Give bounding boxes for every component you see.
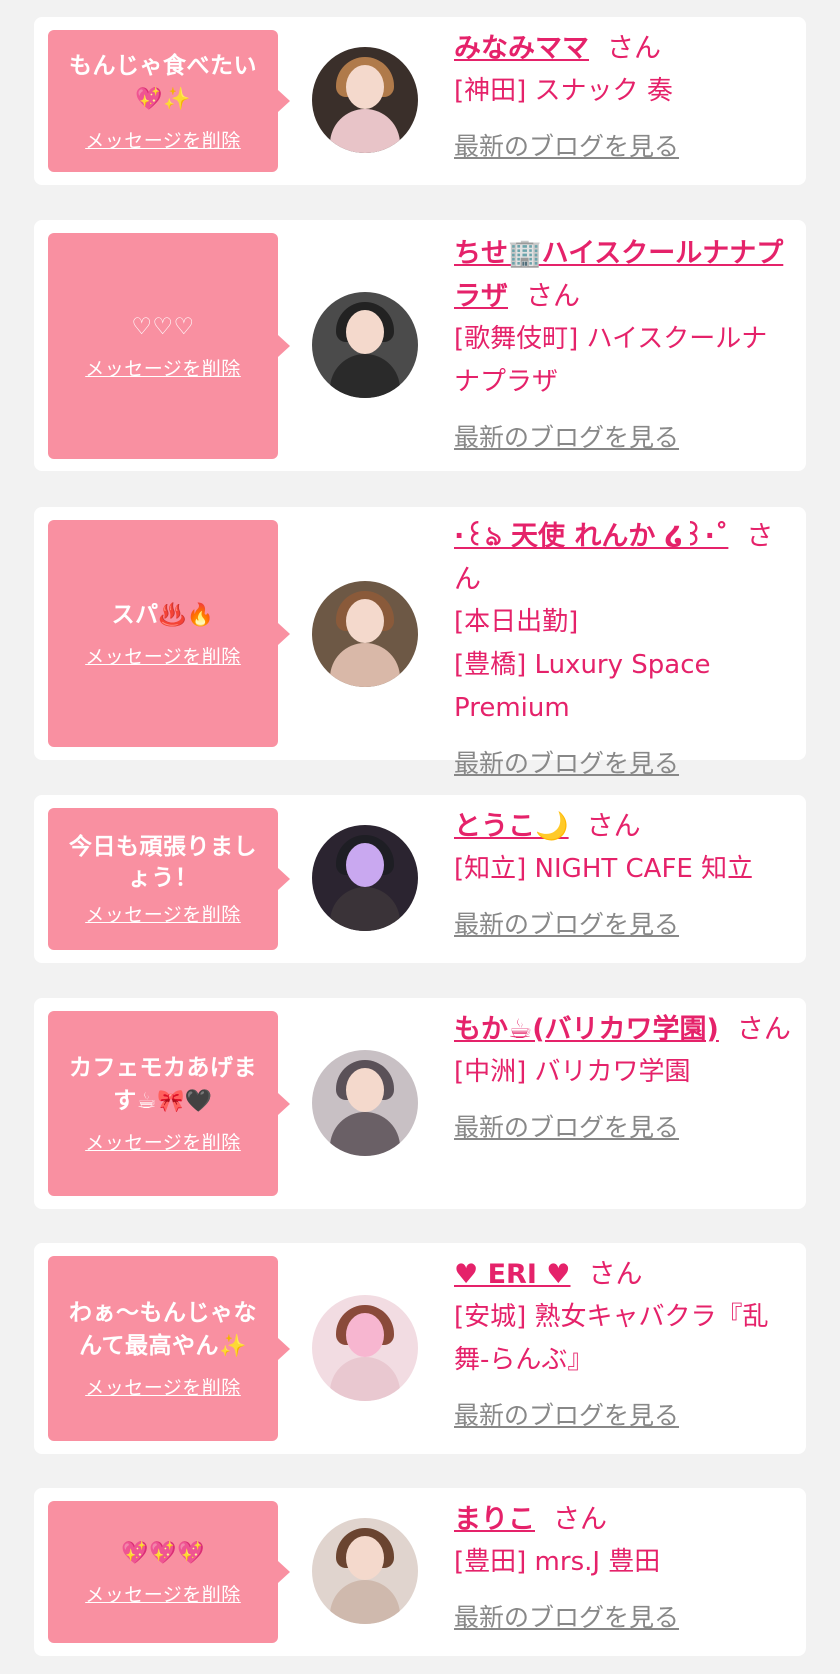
message-card: 💖💖💖 メッセージを削除 まりこ さん [豊田] mrs.J 豊田 最新のブログを… xyxy=(34,1488,806,1656)
avatar[interactable] xyxy=(312,292,418,398)
message-card: もんじゃ食べたい 💖✨ メッセージを削除 みなみママ さん [神田] スナック 奏… xyxy=(34,17,806,185)
avatar[interactable] xyxy=(312,825,418,931)
message-emoji: 💖💖💖 xyxy=(121,1541,205,1566)
avatar[interactable] xyxy=(312,1295,418,1401)
avatar[interactable] xyxy=(312,581,418,687)
cast-info: とうこ🌙 さん [知立] NIGHT CAFE 知立 最新のブログを見る xyxy=(454,805,792,941)
latest-blog-link[interactable]: 最新のブログを見る xyxy=(454,905,679,941)
message-card: スパ♨️🔥 メッセージを削除 ·꒰ঌ 天使 れんか ໒꒱·˚ さん [本日出勤] … xyxy=(34,507,806,778)
honorific: さん xyxy=(607,33,661,64)
delete-message-button[interactable]: メッセージを削除 xyxy=(85,642,241,669)
avatar[interactable] xyxy=(312,1518,418,1624)
message-text: わぁ〜もんじゃなんて最高やん✨ xyxy=(69,1300,257,1359)
message-bubble: カフェモカあげます☕🎀🖤 メッセージを削除 xyxy=(48,1011,290,1196)
message-emoji: ☕🎀🖤 xyxy=(136,1089,213,1114)
cast-name-link[interactable]: みなみママ xyxy=(454,33,589,64)
cast-name-link[interactable]: もか☕(バリカワ学園) xyxy=(454,1014,719,1045)
message-card: カフェモカあげます☕🎀🖤 メッセージを削除 もか☕(バリカワ学園) さん [中洲]… xyxy=(34,998,806,1209)
honorific: さん xyxy=(588,1259,643,1290)
cast-info: みなみママ さん [神田] スナック 奏 最新のブログを見る xyxy=(454,27,792,163)
message-emoji: 💖✨ xyxy=(135,86,191,112)
message-text: 今日も頑張りましょう！ xyxy=(69,833,257,891)
message-emoji: ♨️🔥 xyxy=(158,602,215,628)
message-card: ♡♡♡ メッセージを削除 ちせ🏢ハイスクールナナプラザ さん [歌舞伎町] ハイス… xyxy=(34,220,806,471)
latest-blog-link[interactable]: 最新のブログを見る xyxy=(454,744,679,780)
shop-text: [豊橋] Luxury Space Premium xyxy=(454,650,711,723)
delete-message-button[interactable]: メッセージを削除 xyxy=(85,1373,241,1400)
message-card: わぁ〜もんじゃなんて最高やん✨ メッセージを削除 ♥ ERI ♥ さん [安城] … xyxy=(34,1243,806,1454)
shop-text: [中洲] バリカワ学園 xyxy=(454,1057,691,1087)
message-bubble: ♡♡♡ メッセージを削除 xyxy=(48,233,290,459)
message-bubble: 今日も頑張りましょう！ メッセージを削除 xyxy=(48,808,290,950)
message-text: もんじゃ食べたい 💖✨ xyxy=(69,52,257,112)
cast-info: ·꒰ঌ 天使 れんか ໒꒱·˚ さん [本日出勤] [豊橋] Luxury Spa… xyxy=(454,515,792,780)
delete-message-button[interactable]: メッセージを削除 xyxy=(85,1128,241,1155)
latest-blog-link[interactable]: 最新のブログを見る xyxy=(454,1396,679,1432)
delete-message-button[interactable]: メッセージを削除 xyxy=(85,354,241,381)
cast-info: もか☕(バリカワ学園) さん [中洲] バリカワ学園 最新のブログを見る xyxy=(454,1008,792,1144)
cast-name-link[interactable]: とうこ🌙 xyxy=(454,811,569,842)
honorific: さん xyxy=(553,1504,607,1535)
message-bubble: もんじゃ食べたい 💖✨ メッセージを削除 xyxy=(48,30,290,172)
cast-info: ♥ ERI ♥ さん [安城] 熟女キャバクラ『乱舞-らんぶ』 最新のブログを見る xyxy=(454,1253,792,1432)
message-text: スパ♨️🔥 xyxy=(111,601,215,628)
shop-text: [神田] スナック 奏 xyxy=(454,76,673,106)
shop-text: [歌舞伎町] ハイスクールナナプラザ xyxy=(454,324,768,397)
cast-name-link[interactable]: ♥ ERI ♥ xyxy=(454,1259,571,1290)
delete-message-button[interactable]: メッセージを削除 xyxy=(85,126,241,153)
message-card: 今日も頑張りましょう！ メッセージを削除 とうこ🌙 さん [知立] NIGHT C… xyxy=(34,795,806,963)
shop-text: [知立] NIGHT CAFE 知立 xyxy=(454,854,754,884)
message-text: 💖💖💖 xyxy=(121,1537,205,1570)
message-bubble: わぁ〜もんじゃなんて最高やん✨ メッセージを削除 xyxy=(48,1256,290,1441)
cast-info: まりこ さん [豊田] mrs.J 豊田 最新のブログを見る xyxy=(454,1498,792,1634)
latest-blog-link[interactable]: 最新のブログを見る xyxy=(454,418,679,454)
honorific: さん xyxy=(526,281,580,312)
cast-name-link[interactable]: まりこ xyxy=(454,1504,535,1535)
message-bubble: スパ♨️🔥 メッセージを削除 xyxy=(48,520,290,747)
delete-message-button[interactable]: メッセージを削除 xyxy=(85,1580,241,1607)
cast-name-link[interactable]: ちせ🏢ハイスクールナナプラザ xyxy=(454,238,783,312)
latest-blog-link[interactable]: 最新のブログを見る xyxy=(454,1598,679,1634)
honorific: さん xyxy=(736,1014,791,1045)
cast-info: ちせ🏢ハイスクールナナプラザ さん [歌舞伎町] ハイスクールナナプラザ 最新のブ… xyxy=(454,232,792,454)
avatar[interactable] xyxy=(312,1050,418,1156)
message-text: ♡♡♡ xyxy=(131,314,195,340)
message-text: カフェモカあげます☕🎀🖤 xyxy=(69,1055,257,1114)
cast-name-link[interactable]: ·꒰ঌ 天使 れんか ໒꒱·˚ xyxy=(454,521,728,552)
shop-text: [豊田] mrs.J 豊田 xyxy=(454,1547,661,1577)
delete-message-button[interactable]: メッセージを削除 xyxy=(85,900,241,927)
latest-blog-link[interactable]: 最新のブログを見る xyxy=(454,1108,679,1144)
avatar[interactable] xyxy=(312,47,418,153)
message-bubble: 💖💖💖 メッセージを削除 xyxy=(48,1501,290,1643)
message-emoji: ✨ xyxy=(218,1334,247,1359)
honorific: さん xyxy=(586,811,641,842)
shop-status-text: [本日出勤] xyxy=(454,607,579,637)
latest-blog-link[interactable]: 最新のブログを見る xyxy=(454,127,679,163)
shop-text: [安城] 熟女キャバクラ『乱舞-らんぶ』 xyxy=(454,1302,769,1375)
